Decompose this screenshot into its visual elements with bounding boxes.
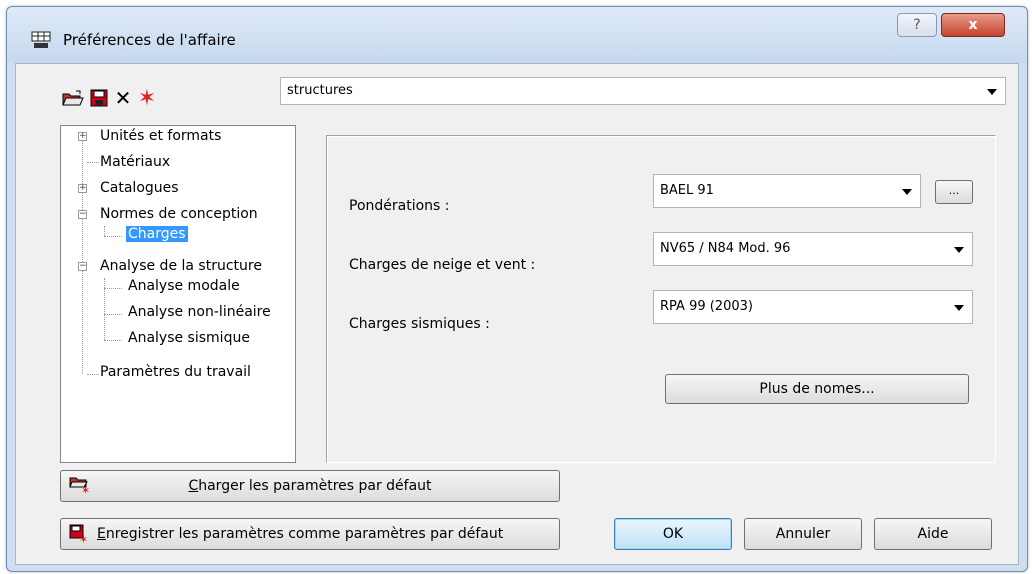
save-icon[interactable] <box>88 88 110 108</box>
more-norms-button[interactable]: Plus de nomes... <box>665 374 969 404</box>
sismiques-select[interactable]: RPA 99 (2003) <box>653 290 973 324</box>
preferences-tree[interactable]: + Unités et formats Matériaux + Catalogu… <box>60 125 296 463</box>
tree-item-materiaux[interactable]: Matériaux <box>100 154 170 170</box>
cancel-button[interactable]: Annuler <box>744 518 862 550</box>
configuration-value: structures <box>287 83 353 98</box>
svg-text:✶: ✶ <box>81 484 90 495</box>
ponderations-value: BAEL 91 <box>660 183 714 198</box>
expand-icon[interactable]: + <box>78 184 87 193</box>
collapse-icon[interactable]: − <box>78 210 87 219</box>
chevron-down-icon <box>954 247 964 253</box>
load-defaults-button[interactable]: ✶ Charger les paramètres par défaut <box>60 470 560 502</box>
tree-item-normes-conception[interactable]: Normes de conception <box>100 206 258 222</box>
ponderations-browse-button[interactable]: ... <box>935 180 973 204</box>
window-title: Préférences de l'affaire <box>63 31 236 49</box>
load-defaults-label: Charger les paramètres par défaut <box>188 478 432 494</box>
tree-connector <box>104 236 122 237</box>
tree-connector <box>104 288 122 289</box>
title-help-button[interactable]: ? <box>897 13 937 37</box>
tree-item-analyse-non-lineaire[interactable]: Analyse non-linéaire <box>128 304 271 320</box>
tree-item-analyse-modale[interactable]: Analyse modale <box>128 278 240 294</box>
new-star-icon[interactable]: ✶ <box>136 86 158 111</box>
neige-vent-label: Charges de neige et vent : <box>349 257 536 273</box>
collapse-icon[interactable]: − <box>78 262 87 271</box>
charges-panel: Pondérations : BAEL 91 ... Charges de ne… <box>326 135 996 463</box>
tree-connector <box>104 226 105 236</box>
neige-vent-value: NV65 / N84 Mod. 96 <box>660 241 791 256</box>
neige-vent-select[interactable]: NV65 / N84 Mod. 96 <box>653 232 973 266</box>
dialog-body: ✕ ✶ structures + Unités et formats Matér… <box>15 63 1019 565</box>
tree-connector <box>82 136 83 374</box>
sismiques-label: Charges sismiques : <box>349 316 490 332</box>
save-defaults-button[interactable]: ✶ Enregistrer les paramètres comme param… <box>60 518 560 550</box>
help-button[interactable]: Aide <box>874 518 992 550</box>
save-defaults-icon: ✶ <box>69 524 88 544</box>
tree-item-analyse-sismique[interactable]: Analyse sismique <box>128 330 250 346</box>
chevron-down-icon <box>987 89 997 95</box>
tree-connector <box>104 314 122 315</box>
load-defaults-icon: ✶ <box>69 477 90 495</box>
chevron-down-icon <box>954 305 964 311</box>
title-close-button[interactable]: x <box>941 13 1005 37</box>
tree-item-catalogues[interactable]: Catalogues <box>100 180 179 196</box>
svg-text:✶: ✶ <box>79 533 88 544</box>
chevron-down-icon <box>902 189 912 195</box>
delete-icon[interactable]: ✕ <box>112 86 134 110</box>
ponderations-label: Pondérations : <box>349 198 450 214</box>
tree-connector <box>87 374 99 375</box>
tree-item-analyse-structure[interactable]: Analyse de la structure <box>100 258 262 274</box>
ponderations-select[interactable]: BAEL 91 <box>653 174 921 208</box>
sismiques-value: RPA 99 (2003) <box>660 299 753 314</box>
save-defaults-label: Enregistrer les paramètres comme paramèt… <box>97 526 504 542</box>
expand-icon[interactable]: + <box>78 132 87 141</box>
configuration-select[interactable]: structures <box>280 77 1006 105</box>
tree-item-unites-formats[interactable]: Unités et formats <box>100 128 221 144</box>
ok-button[interactable]: OK <box>614 518 732 550</box>
tree-connector <box>104 340 122 341</box>
tree-item-charges[interactable]: Charges <box>126 226 188 242</box>
preferences-dialog: Préférences de l'affaire ? x ✕ ✶ structu… <box>6 6 1028 572</box>
tree-item-parametres-travail[interactable]: Paramètres du travail <box>100 364 251 380</box>
app-icon <box>31 31 51 48</box>
title-bar: Préférences de l'affaire ? x <box>7 7 1027 63</box>
tree-connector <box>87 162 99 163</box>
open-folder-icon[interactable] <box>62 88 84 108</box>
